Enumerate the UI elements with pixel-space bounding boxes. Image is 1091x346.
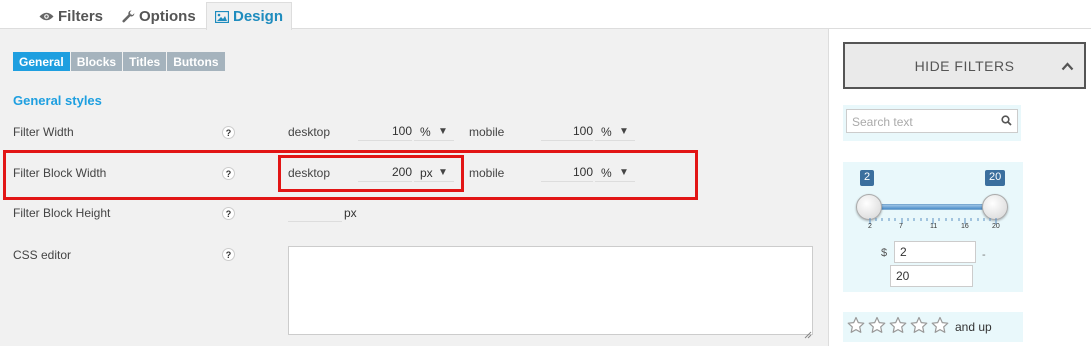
chevron-up-icon	[1061, 58, 1074, 74]
rating-and-up-label: and up	[955, 320, 992, 334]
star-icons	[847, 316, 949, 333]
tab-filters[interactable]: Filters	[31, 3, 111, 29]
filter-width-desktop-unit: %	[420, 125, 431, 139]
rating-filter-block: and up	[843, 312, 1023, 342]
hide-filters-button[interactable]: HIDE FILTERS	[843, 42, 1086, 89]
slider-tick-label: 16	[961, 223, 969, 230]
top-tab-bar: Filters Options Design	[0, 0, 1091, 30]
price-range-separator: -	[982, 249, 986, 261]
slider-tick-label: 20	[992, 223, 1000, 230]
eye-icon	[39, 11, 54, 22]
subtab-blocks[interactable]: Blocks	[70, 52, 123, 71]
filter-width-mobile-unit: %	[601, 125, 612, 139]
design-settings-panel: General Blocks Titles Buttons General st…	[0, 29, 828, 346]
filter-block-height-input[interactable]	[288, 204, 342, 222]
filter-width-desktop-input[interactable]: 100	[358, 123, 412, 141]
tab-filters-label: Filters	[58, 7, 104, 25]
section-title: General styles	[13, 93, 102, 108]
filter-width-mobile-label: mobile	[469, 125, 505, 139]
search-placeholder: Search text	[852, 115, 913, 129]
tab-design-label: Design	[233, 8, 284, 25]
filter-block-height-unit: px	[344, 206, 357, 220]
filter-block-width-mobile-unit: %	[601, 166, 612, 180]
search-input[interactable]: Search text	[846, 109, 1018, 133]
slider-tick-label: 7	[899, 223, 903, 230]
price-min-input[interactable]: 2	[894, 241, 976, 263]
tab-options-label: Options	[139, 7, 196, 25]
filter-width-mobile-input[interactable]: 100	[541, 123, 593, 141]
dropdown-arrow-icon: ▼	[438, 167, 448, 178]
filter-block-width-desktop-input[interactable]: 200	[358, 164, 412, 182]
resize-handle-icon[interactable]	[804, 326, 812, 344]
wrench-icon	[122, 9, 135, 23]
filter-width-desktop-label: desktop	[288, 125, 331, 139]
slider-track[interactable]	[869, 204, 997, 210]
search-icon[interactable]	[1001, 115, 1012, 129]
subtab-general[interactable]: General	[13, 52, 70, 71]
design-subtabs: General Blocks Titles Buttons	[13, 52, 226, 71]
price-max-input[interactable]: 20	[890, 265, 973, 287]
currency-symbol: $	[881, 247, 888, 259]
dropdown-arrow-icon: ▼	[438, 126, 448, 137]
price-slider-block: 2 20 2 7 11 16 20 $ 2 - 20	[843, 162, 1023, 292]
filter-block-width-desktop-unit: px	[420, 166, 433, 180]
help-icon[interactable]: ?	[222, 248, 235, 261]
tab-design[interactable]: Design	[206, 2, 293, 30]
image-icon	[215, 10, 229, 23]
slider-max-badge: 20	[985, 170, 1006, 186]
tab-options[interactable]: Options	[114, 3, 204, 29]
subtab-buttons[interactable]: Buttons	[167, 52, 225, 71]
filter-block-width-mobile-label: mobile	[469, 166, 505, 180]
filter-block-width-label: Filter Block Width	[13, 166, 107, 180]
slider-tick-label: 11	[930, 223, 938, 230]
css-editor-label: CSS editor	[13, 248, 72, 262]
slider-tick-label: 2	[868, 223, 872, 230]
hide-filters-label: HIDE FILTERS	[914, 57, 1015, 74]
subtab-titles[interactable]: Titles	[123, 52, 167, 71]
filter-width-label: Filter Width	[13, 125, 74, 139]
dropdown-arrow-icon: ▼	[619, 167, 629, 178]
css-editor-textarea[interactable]	[288, 246, 813, 335]
help-icon[interactable]: ?	[222, 167, 235, 180]
slider-min-badge: 2	[860, 170, 875, 186]
rating-stars[interactable]	[847, 316, 951, 336]
search-block: Search text	[843, 105, 1021, 141]
filter-block-width-desktop-label: desktop	[288, 166, 331, 180]
help-icon[interactable]: ?	[222, 126, 235, 139]
filter-preview-sidebar: HIDE FILTERS Search text 2 20 2 7 11 16 …	[828, 29, 1091, 346]
filter-block-width-mobile-input[interactable]: 100	[541, 164, 593, 182]
help-icon[interactable]: ?	[222, 207, 235, 220]
filter-block-height-label: Filter Block Height	[13, 206, 111, 220]
dropdown-arrow-icon: ▼	[619, 126, 629, 137]
